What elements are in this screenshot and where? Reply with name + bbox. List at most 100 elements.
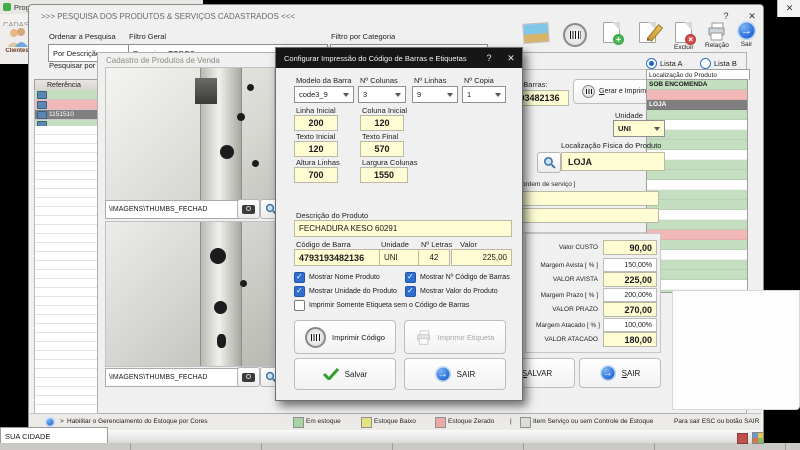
result-row[interactable] — [35, 100, 105, 110]
modal-salvar-label: Salvar — [345, 370, 368, 379]
photo-row-icon — [37, 111, 47, 119]
unidade-field[interactable]: UNI — [379, 249, 421, 266]
location-row[interactable] — [647, 140, 747, 150]
toolbar-edit[interactable] — [639, 22, 656, 43]
location-row[interactable] — [647, 190, 747, 200]
help-button[interactable]: ? — [717, 9, 735, 23]
unidade-select[interactable]: UNI — [613, 120, 665, 137]
colunas-select[interactable]: 3 — [358, 86, 406, 103]
altura-linhas-label: Altura Linhas — [296, 158, 340, 167]
location-row[interactable] — [647, 210, 747, 220]
linhas-select[interactable]: 9 — [412, 86, 458, 103]
letras-field[interactable]: 42 — [418, 249, 450, 266]
result-row-label: 1151510 — [49, 111, 74, 118]
modal-salvar-button[interactable]: Salvar — [294, 358, 396, 390]
checkbox-icon — [294, 300, 305, 311]
thumb-path-field-2[interactable]: \IMAGENS\THUMBS_FECHAD — [105, 368, 240, 387]
location-row[interactable] — [647, 260, 747, 270]
toolbar-photo[interactable] — [523, 23, 549, 43]
location-row[interactable] — [647, 280, 747, 290]
locfis-search-button[interactable] — [537, 152, 561, 173]
matacado-field[interactable]: 100,00% — [603, 318, 657, 332]
custo-field[interactable]: 90,00 — [603, 240, 657, 255]
mprazo-field[interactable]: 200,00% — [603, 288, 657, 302]
prazo-field[interactable]: 270,00 — [603, 302, 657, 317]
location-row[interactable] — [647, 250, 747, 260]
exit-hint: Para sair ESC ou botão SAIR — [674, 418, 759, 425]
checkbox-item[interactable]: Mostrar Nº Código de Barras — [405, 270, 516, 284]
toolbar-delete[interactable]: × Excluir — [674, 22, 694, 51]
sair-button[interactable]: → SAIR — [579, 358, 661, 388]
results-empty-area[interactable] — [34, 126, 106, 413]
legend-green-swatch — [293, 417, 304, 428]
checkbox-item[interactable]: Imprimir Somente Etiqueta sem o Código d… — [294, 298, 516, 312]
toolbar-relacao[interactable]: Relação — [705, 22, 729, 49]
imprimir-etiqueta-button[interactable]: Imprimir Etiqueta — [404, 320, 506, 354]
copia-select[interactable]: 1 — [462, 86, 506, 103]
results-rows[interactable]: 1151510 — [34, 90, 106, 130]
location-row[interactable] — [647, 180, 747, 190]
imprimir-etiqueta-label: Imprimir Etiqueta — [438, 333, 495, 342]
location-row[interactable] — [647, 230, 747, 240]
coluna-inicial-field[interactable]: 120 — [360, 115, 404, 131]
gerar-imprimir-label: Gerar e Imprimir — [599, 88, 650, 95]
background-close-icon[interactable]: ✕ — [786, 3, 794, 14]
atacado-field[interactable]: 180,00 — [603, 332, 657, 347]
lista-b-radio[interactable]: Lista B — [700, 58, 737, 69]
texto-inicial-field[interactable]: 120 — [294, 141, 338, 157]
valor-field[interactable]: 225,00 — [451, 249, 512, 266]
modelo-select[interactable]: code3_9 — [294, 86, 354, 103]
checkbox-item[interactable]: Mostrar Nome Produto — [294, 270, 405, 284]
legend-separator: | — [510, 418, 512, 425]
filtro-categoria-label: Filtro por Categoria — [331, 32, 395, 41]
status-toggle-icon[interactable] — [45, 417, 55, 427]
location-row[interactable] — [647, 110, 747, 120]
taskbar-strip — [0, 443, 800, 450]
location-row[interactable]: SOB ENCOMENDA — [647, 80, 747, 90]
legend-yellow-label: Estoque Baixo — [374, 418, 416, 425]
modal-titlebar: Configurar Impressão do Código de Barras… — [276, 48, 522, 68]
mavista-field[interactable]: 150,00% — [603, 258, 657, 272]
imprimir-codigo-button[interactable]: Imprimir Código — [294, 320, 396, 354]
locfis-field[interactable]: LOJA — [561, 152, 665, 171]
linhas-label: Nº Linhas — [414, 76, 446, 85]
clientes-icon[interactable] — [5, 26, 29, 48]
app-logo-icon — [3, 3, 11, 11]
location-row[interactable] — [647, 240, 747, 250]
linha-inicial-field[interactable]: 200 — [294, 115, 338, 131]
camera-button-2[interactable] — [237, 367, 260, 387]
result-row[interactable]: 1151510 — [35, 110, 105, 120]
checkbox-item[interactable]: Mostrar Unidade do Produto — [294, 284, 405, 298]
toolbar-barcode[interactable] — [563, 23, 587, 47]
camera-button-1[interactable] — [237, 199, 260, 219]
modal-help-button[interactable]: ? — [478, 53, 500, 63]
toolbar-sair[interactable]: → Sair — [737, 21, 756, 48]
location-row[interactable] — [647, 270, 747, 280]
tray-icon-1[interactable] — [737, 433, 748, 444]
product-location-list[interactable]: SOB ENCOMENDA LOJA — [646, 79, 748, 293]
parent-status-text: SUA CIDADE — [1, 432, 50, 441]
texto-final-field[interactable]: 570 — [360, 141, 404, 157]
exit-icon: → — [600, 365, 616, 381]
largura-colunas-field[interactable]: 1550 — [360, 167, 408, 183]
toolbar-new[interactable]: + — [603, 22, 620, 43]
avista-field[interactable]: 225,00 — [603, 272, 657, 287]
modal-close-button[interactable]: ✕ — [500, 53, 522, 64]
location-row[interactable]: LOJA — [647, 100, 747, 110]
location-row[interactable] — [647, 170, 747, 180]
altura-linhas-field[interactable]: 700 — [294, 167, 338, 183]
status-toggle-label[interactable]: Habilitar o Gerenciamento do Estoque por… — [67, 418, 208, 425]
result-row[interactable] — [35, 90, 105, 100]
tray-icon-2[interactable] — [752, 432, 764, 444]
descricao-field[interactable]: FECHADURA KESO 60291 — [294, 220, 512, 237]
location-row[interactable] — [647, 220, 747, 230]
printer-icon — [707, 22, 727, 41]
column-referencia[interactable]: Referência — [47, 82, 81, 89]
location-row[interactable] — [647, 200, 747, 210]
thumb-path-field-1[interactable]: \IMAGENS\THUMBS_FECHAD — [105, 200, 240, 219]
modal-sair-button[interactable]: → SAIR — [404, 358, 506, 390]
location-row[interactable] — [647, 90, 747, 100]
lista-a-radio[interactable]: Lista A — [646, 58, 683, 69]
codigo-barra-field[interactable]: 4793193482136 — [294, 249, 382, 266]
checkbox-item[interactable]: Mostrar Valor do Produto — [405, 284, 516, 298]
